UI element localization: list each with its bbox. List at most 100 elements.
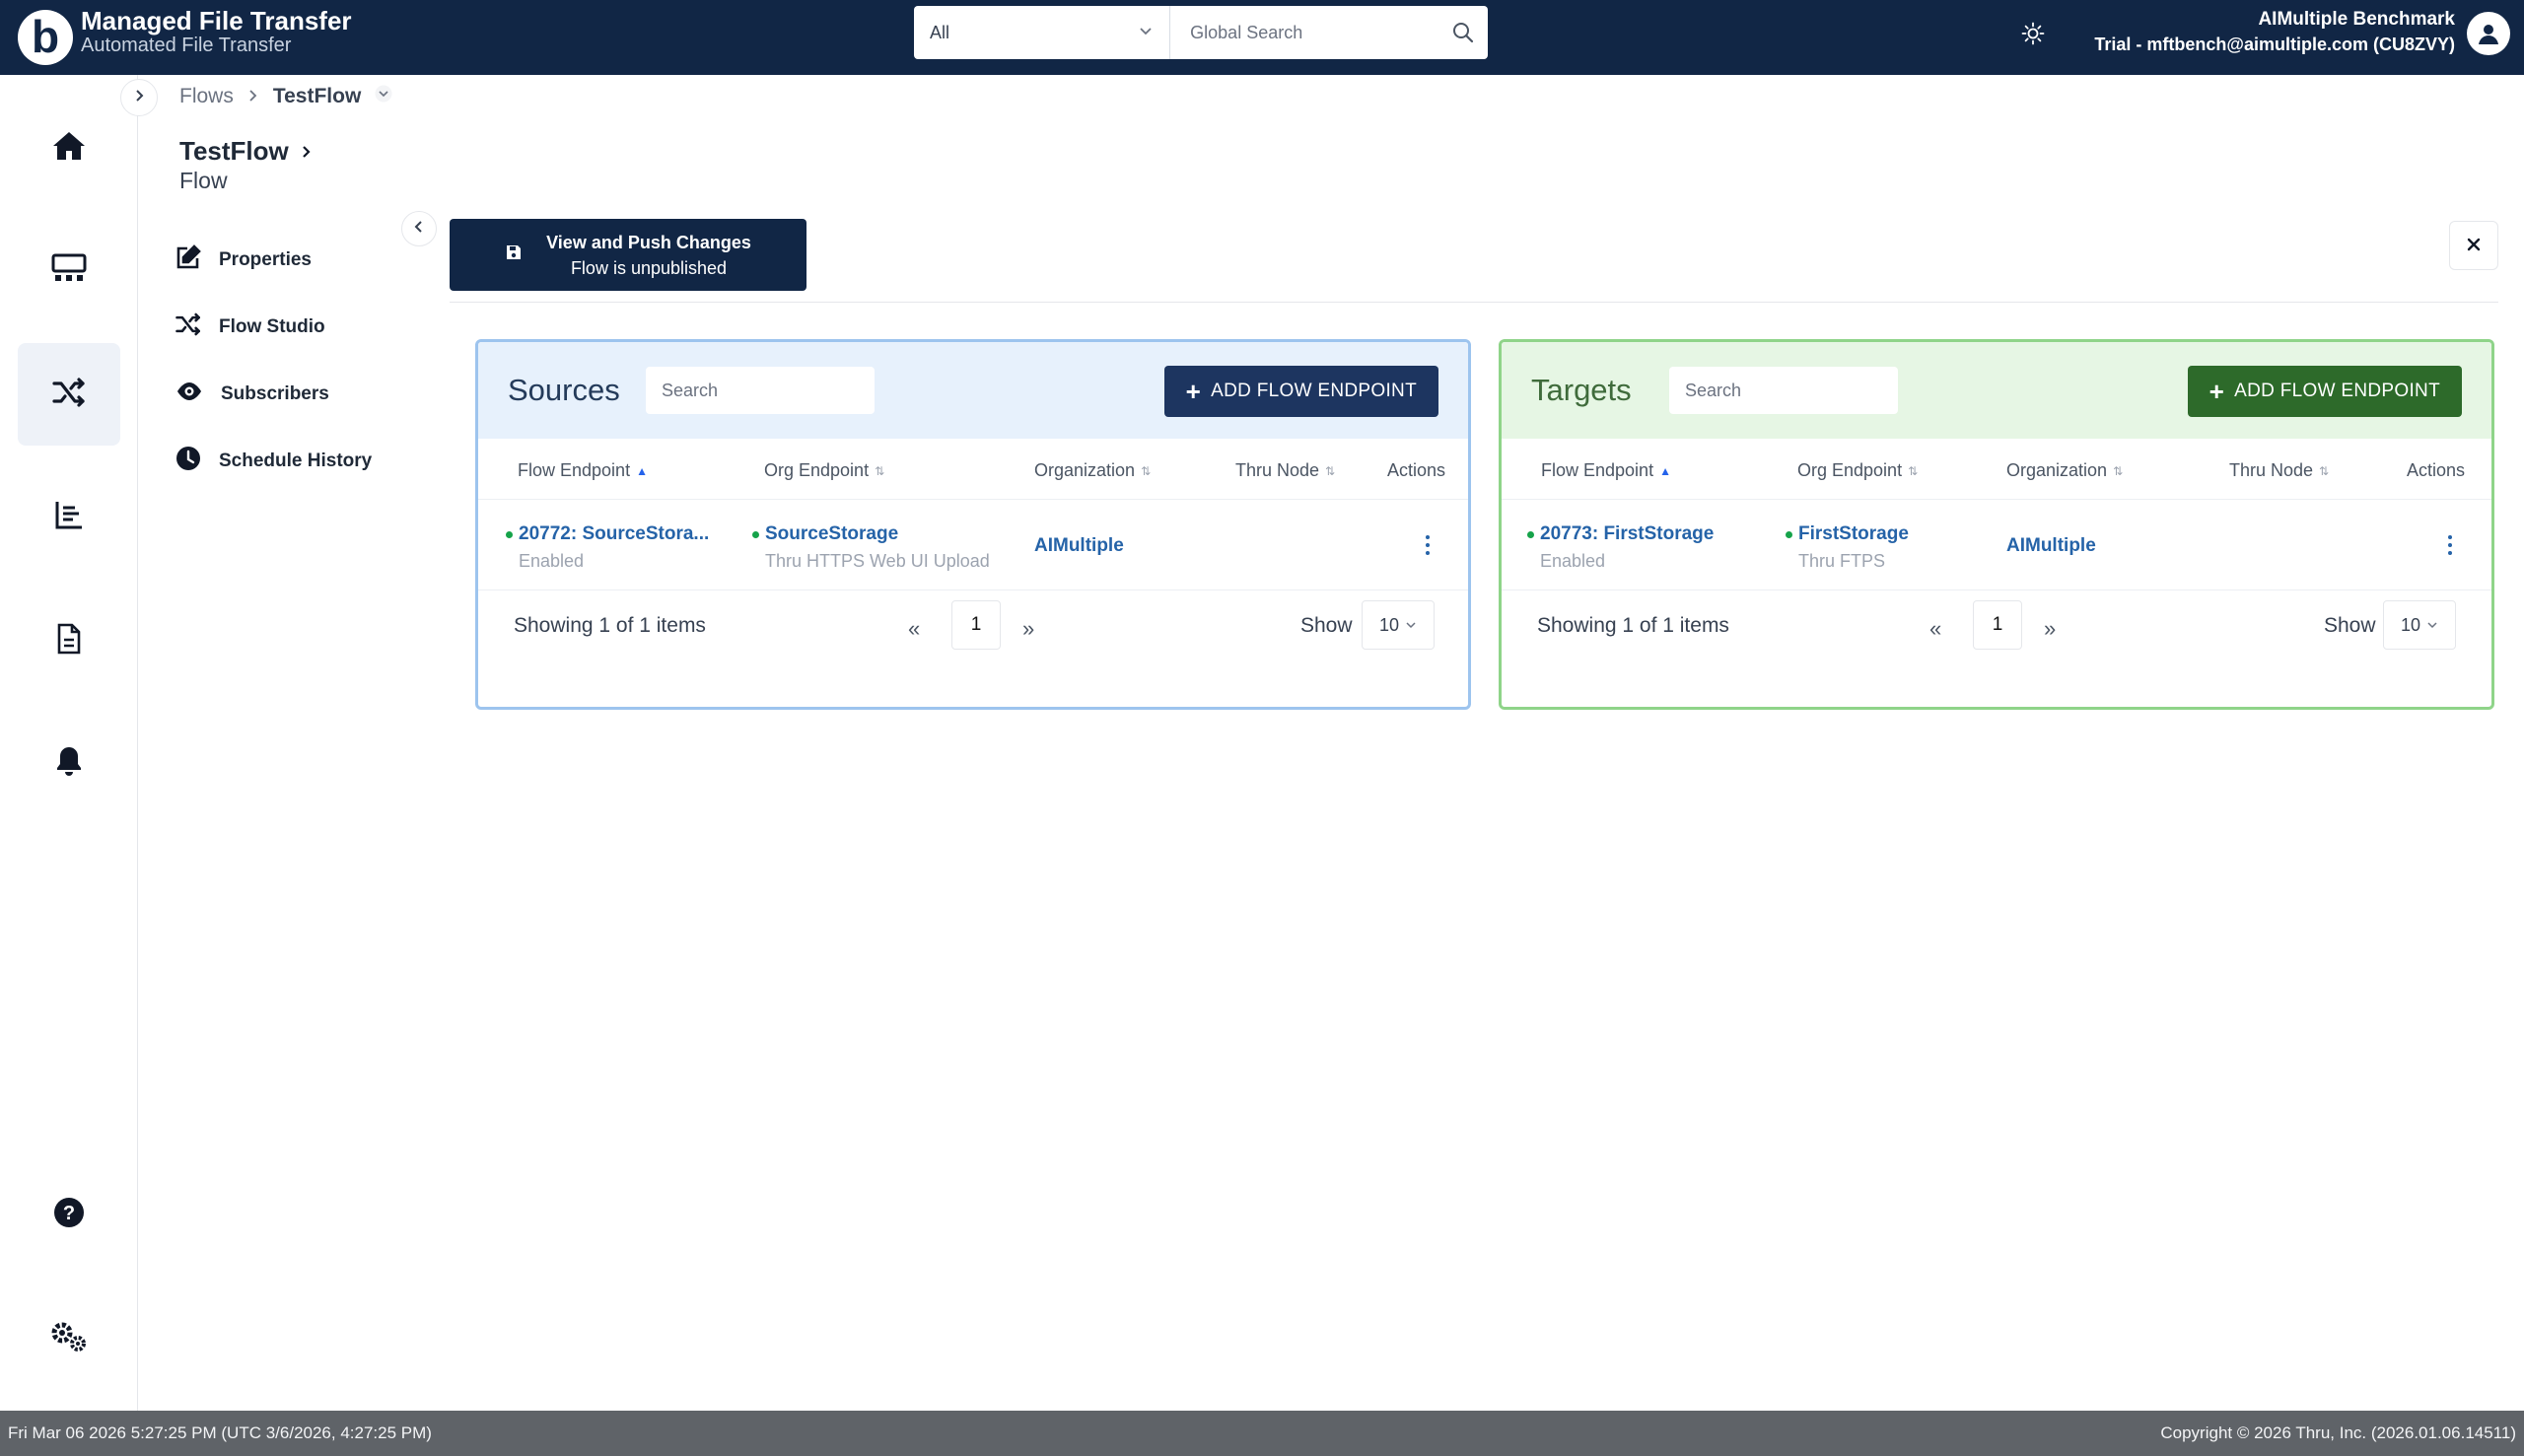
- column-thru-node[interactable]: Thru Node ⇅: [1235, 460, 1335, 481]
- org-endpoint-link[interactable]: FirstStorage: [1798, 523, 1909, 544]
- sun-icon[interactable]: [2015, 16, 2051, 51]
- page-size-value: 10: [1378, 614, 1400, 635]
- status-dot: [1527, 531, 1534, 539]
- org-endpoint-protocol: Thru FTPS: [1798, 551, 1886, 571]
- sort-icon: ⇅: [2319, 463, 2330, 478]
- breadcrumb-current[interactable]: TestFlow: [273, 85, 361, 108]
- column-org-endpoint[interactable]: Org Endpoint ⇅: [1797, 460, 1918, 481]
- sort-icon: ▲: [1659, 463, 1671, 478]
- chevron-right-icon: [247, 85, 259, 108]
- page-number[interactable]: 1: [1973, 600, 2022, 650]
- app-logo[interactable]: b: [18, 10, 73, 65]
- table-row: 20772: SourceStora... Enabled SourceStor…: [478, 500, 1468, 590]
- gears-icon: [50, 1321, 88, 1357]
- user-name: AIMultiple Benchmark: [2258, 9, 2455, 30]
- flow-side-menu: Properties Flow Studio Subscribers Sched…: [175, 227, 422, 495]
- items-count: Showing 1 of 1 items: [514, 614, 706, 637]
- organization-link[interactable]: AIMultiple: [2006, 535, 2096, 557]
- chevron-left-icon: [412, 220, 426, 239]
- organization-link[interactable]: AIMultiple: [1034, 535, 1124, 557]
- menu-item-subscribers[interactable]: Subscribers: [175, 361, 422, 428]
- column-flow-endpoint[interactable]: Flow Endpoint ▲: [1541, 460, 1671, 481]
- nav-dashboard[interactable]: [18, 219, 120, 321]
- clock-icon: [175, 446, 201, 477]
- breadcrumb-flows[interactable]: Flows: [179, 85, 234, 108]
- page-size-label: Show: [2324, 614, 2376, 637]
- chevron-right-icon[interactable]: [301, 136, 313, 167]
- next-page-icon[interactable]: »: [2044, 616, 2056, 642]
- sources-search-input[interactable]: [646, 367, 875, 414]
- column-label: Org Endpoint: [764, 460, 870, 480]
- shuffle-icon: [175, 312, 201, 342]
- nav-notifications[interactable]: [18, 712, 120, 814]
- column-actions: Actions: [1387, 460, 1445, 481]
- save-icon: [505, 243, 523, 266]
- status-dot: [506, 531, 513, 539]
- column-flow-endpoint[interactable]: Flow Endpoint ▲: [518, 460, 648, 481]
- column-org-endpoint[interactable]: Org Endpoint ⇅: [764, 460, 884, 481]
- push-button-label: View and Push Changes: [546, 232, 751, 252]
- nav-home[interactable]: [18, 97, 120, 199]
- nav-flows[interactable]: [18, 343, 120, 446]
- global-search-bar: All: [914, 6, 1488, 59]
- sort-icon: ⇅: [1325, 463, 1336, 478]
- sources-add-endpoint-button[interactable]: + ADD FLOW ENDPOINT: [1163, 366, 1438, 417]
- nav-reports[interactable]: [18, 465, 120, 568]
- menu-item-label: Flow Studio: [219, 316, 325, 337]
- targets-header: Targets + ADD FLOW ENDPOINT: [1502, 342, 2491, 439]
- chevron-down-icon[interactable]: [375, 85, 392, 108]
- side-menu-collapse-button[interactable]: [401, 211, 437, 246]
- user-avatar-icon[interactable]: [2467, 12, 2510, 55]
- global-search-input[interactable]: [1170, 6, 1439, 59]
- footer-datetime: Fri Mar 06 2026 5:27:25 PM (UTC 3/6/2026…: [8, 1423, 432, 1442]
- nav-help[interactable]: ?: [18, 1163, 120, 1266]
- column-label: Org Endpoint: [1797, 460, 1903, 480]
- row-actions-kebab-icon[interactable]: [1418, 533, 1437, 557]
- column-thru-node[interactable]: Thru Node ⇅: [2229, 460, 2329, 481]
- flow-endpoint-status: Enabled: [1540, 551, 1606, 571]
- menu-item-properties[interactable]: Properties: [175, 227, 422, 294]
- add-endpoint-label: ADD FLOW ENDPOINT: [2234, 381, 2440, 401]
- chevron-down-icon: [2426, 615, 2438, 636]
- svg-text:?: ?: [63, 1203, 75, 1224]
- column-organization[interactable]: Organization ⇅: [2006, 460, 2123, 481]
- flow-endpoint-link[interactable]: 20772: SourceStora...: [519, 523, 709, 544]
- menu-item-flow-studio[interactable]: Flow Studio: [175, 294, 422, 361]
- sort-icon: ⇅: [875, 463, 885, 478]
- page-number[interactable]: 1: [951, 600, 1001, 650]
- page-size-select[interactable]: 10: [1362, 600, 1435, 650]
- sort-icon: ▲: [636, 463, 648, 478]
- flow-endpoint-cell: 20773: FirstStorage Enabled: [1527, 523, 1714, 572]
- shuffle-icon: [52, 377, 86, 412]
- previous-page-icon[interactable]: «: [908, 616, 920, 642]
- home-icon: [52, 130, 86, 167]
- flow-endpoint-link[interactable]: 20773: FirstStorage: [1540, 523, 1714, 544]
- nav-documents[interactable]: [18, 589, 120, 692]
- menu-item-schedule-history[interactable]: Schedule History: [175, 428, 422, 495]
- sort-icon: ⇅: [1908, 463, 1919, 478]
- sources-pagination: Showing 1 of 1 items « 1 » Show 10: [478, 590, 1468, 679]
- sources-table-header: Flow Endpoint ▲ Org Endpoint ⇅ Organizat…: [478, 439, 1468, 500]
- column-organization[interactable]: Organization ⇅: [1034, 460, 1151, 481]
- left-navigation: ?: [0, 75, 138, 1411]
- page-title: TestFlow: [179, 136, 313, 167]
- column-label: Actions: [1387, 460, 1446, 480]
- table-row: 20773: FirstStorage Enabled FirstStorage…: [1502, 500, 2491, 590]
- publish-status: Flow is unpublished: [570, 257, 728, 278]
- targets-add-endpoint-button[interactable]: + ADD FLOW ENDPOINT: [2187, 366, 2462, 417]
- close-button[interactable]: [2449, 221, 2498, 270]
- search-icon[interactable]: [1438, 6, 1488, 59]
- menu-item-label: Properties: [219, 249, 312, 270]
- nav-settings[interactable]: [18, 1287, 120, 1390]
- edit-icon: [175, 244, 201, 276]
- row-actions-kebab-icon[interactable]: [2440, 533, 2460, 557]
- status-dot: [752, 531, 759, 539]
- previous-page-icon[interactable]: «: [1929, 616, 1941, 642]
- org-endpoint-link[interactable]: SourceStorage: [765, 523, 898, 544]
- nav-expand-button[interactable]: [120, 79, 158, 116]
- view-push-changes-button[interactable]: View and Push Changes Flow is unpublishe…: [450, 219, 806, 291]
- search-scope-select[interactable]: All: [914, 6, 1171, 59]
- next-page-icon[interactable]: »: [1022, 616, 1034, 642]
- targets-search-input[interactable]: [1669, 367, 1898, 414]
- page-size-select[interactable]: 10: [2383, 600, 2456, 650]
